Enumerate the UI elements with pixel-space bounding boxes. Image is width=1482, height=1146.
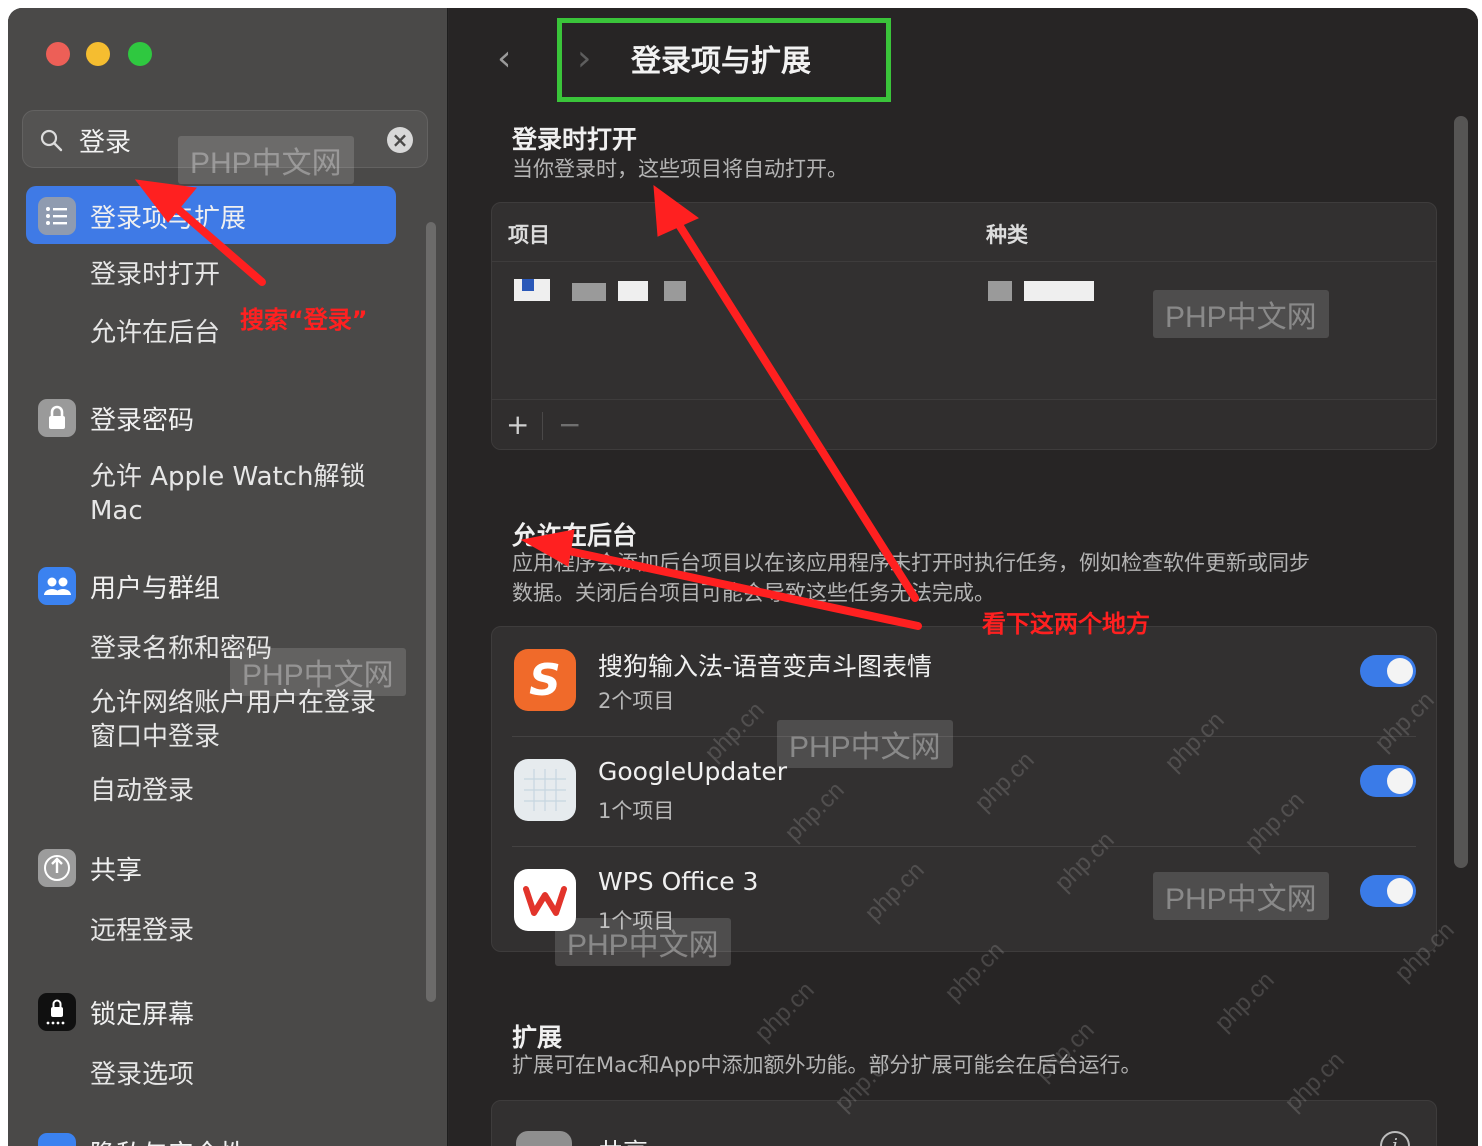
app-name: 搜狗输入法-语音变声斗图表情: [598, 652, 933, 681]
section-desc-open-at-login: 当你登录时，这些项目将自动打开。: [512, 157, 848, 181]
table-footer: + −: [492, 399, 1436, 449]
sidebar-subitem-auto-login[interactable]: 自动登录: [90, 774, 194, 808]
list-item: S 搜狗输入法-语音变声斗图表情 2个项目: [492, 627, 1436, 737]
watermark: PHP中文网: [1153, 290, 1329, 338]
watermark: PHP中文网: [777, 720, 953, 768]
lock-icon: [38, 399, 76, 437]
watermark: PHP中文网: [230, 648, 406, 696]
sidebar-subitem-apple-watch[interactable]: 允许 Apple Watch解锁 Mac: [90, 460, 380, 528]
divider: [542, 412, 543, 440]
divider: [492, 261, 1436, 262]
section-desc-allow-background-1: 应用程序会添加后台项目以在该应用程序未打开时执行任务，例如检查软件更新或同步: [512, 551, 1310, 575]
sidebar-subitem-login-options[interactable]: 登录选项: [90, 1058, 194, 1092]
sidebar-subitem-allow-background[interactable]: 允许在后台: [90, 316, 220, 350]
remove-item-button[interactable]: −: [558, 408, 581, 441]
annotation-look-note: 看下这两个地方: [982, 610, 1150, 638]
column-header-item[interactable]: 项目: [508, 219, 550, 249]
minimize-window-button[interactable]: [86, 42, 110, 66]
app-name: GoogleUpdater: [598, 757, 787, 786]
share-extension-icon: [516, 1131, 572, 1146]
content-scrollbar[interactable]: [1454, 116, 1468, 868]
section-desc-allow-background-2: 数据。关闭后台项目可能会导致这些任务无法完成。: [512, 581, 995, 605]
sidebar-item-login-items[interactable]: 登录项与扩展: [26, 186, 396, 244]
list-icon: [38, 197, 76, 235]
sogou-toggle[interactable]: [1360, 655, 1416, 687]
sidebar-item-label: 用户与群组: [90, 574, 221, 604]
sidebar-scrollbar[interactable]: [426, 222, 436, 1002]
close-window-button[interactable]: [46, 42, 70, 66]
lock-screen-icon: [38, 993, 76, 1031]
watermark: PHP中文网: [555, 918, 731, 966]
search-icon: [40, 129, 63, 152]
google-updater-icon: [514, 759, 576, 821]
extension-name: 共享: [598, 1133, 648, 1146]
app-item-count: 2个项目: [598, 689, 675, 713]
users-icon: [38, 567, 76, 605]
sidebar-item-privacy-security[interactable]: 隐私与安全性: [26, 1122, 396, 1146]
page-title: 登录项与扩展: [631, 44, 811, 79]
section-title-allow-background: 允许在后台: [512, 521, 638, 550]
zoom-window-button[interactable]: [128, 42, 152, 66]
share-icon: [38, 849, 76, 887]
sidebar-item-users-groups[interactable]: 用户与群组: [26, 556, 396, 614]
sogou-icon: S: [514, 649, 576, 711]
sidebar-item-label: 锁定屏幕: [90, 1000, 195, 1030]
watermark: php.cn: [749, 976, 820, 1047]
sidebar-item-label: 共享: [90, 856, 143, 886]
wps-toggle[interactable]: [1360, 875, 1416, 907]
watermark: PHP中文网: [178, 136, 354, 184]
svg-text:S: S: [529, 655, 561, 706]
google-updater-toggle[interactable]: [1360, 765, 1416, 797]
settings-window: × 登录项与扩展 登录时打开 允许在后台 登录密码: [8, 8, 1478, 1146]
section-title-extensions: 扩展: [512, 1023, 563, 1052]
annotation-search-note: 搜索“登录”: [240, 306, 368, 334]
sidebar-item-label: 登录项与扩展: [90, 204, 247, 234]
info-icon[interactable]: i: [1380, 1131, 1410, 1146]
column-header-kind[interactable]: 种类: [986, 219, 1028, 249]
sidebar-subitem-open-at-login[interactable]: 登录时打开: [90, 258, 220, 292]
privacy-icon: [38, 1133, 76, 1146]
sidebar-item-sharing[interactable]: 共享: [26, 838, 396, 896]
sidebar-item-label: 隐私与安全性: [90, 1134, 246, 1146]
forward-button[interactable]: ›: [577, 38, 591, 79]
sidebar-subitem-network-users[interactable]: 允许网络账户用户在登录窗口中登录: [90, 686, 390, 754]
sidebar-subitem-remote-login[interactable]: 远程登录: [90, 914, 194, 948]
clear-search-icon[interactable]: ×: [387, 127, 413, 153]
sidebar-item-lock-screen[interactable]: 锁定屏幕: [26, 982, 396, 1040]
app-name: WPS Office 3: [598, 867, 759, 896]
app-item-count: 1个项目: [598, 799, 675, 823]
watermark: php.cn: [1209, 966, 1280, 1037]
sidebar-item-login-password[interactable]: 登录密码: [26, 388, 396, 446]
back-button[interactable]: ‹: [497, 38, 511, 79]
watermark: PHP中文网: [1153, 872, 1329, 920]
sidebar: × 登录项与扩展 登录时打开 允许在后台 登录密码: [8, 8, 448, 1146]
section-title-open-at-login: 登录时打开: [512, 125, 638, 154]
sidebar-item-label: 登录密码: [90, 406, 195, 436]
add-item-button[interactable]: +: [506, 408, 529, 441]
content-pane: ‹ › 登录项与扩展 登录时打开 当你登录时，这些项目将自动打开。 项目 种类 …: [449, 8, 1478, 1146]
